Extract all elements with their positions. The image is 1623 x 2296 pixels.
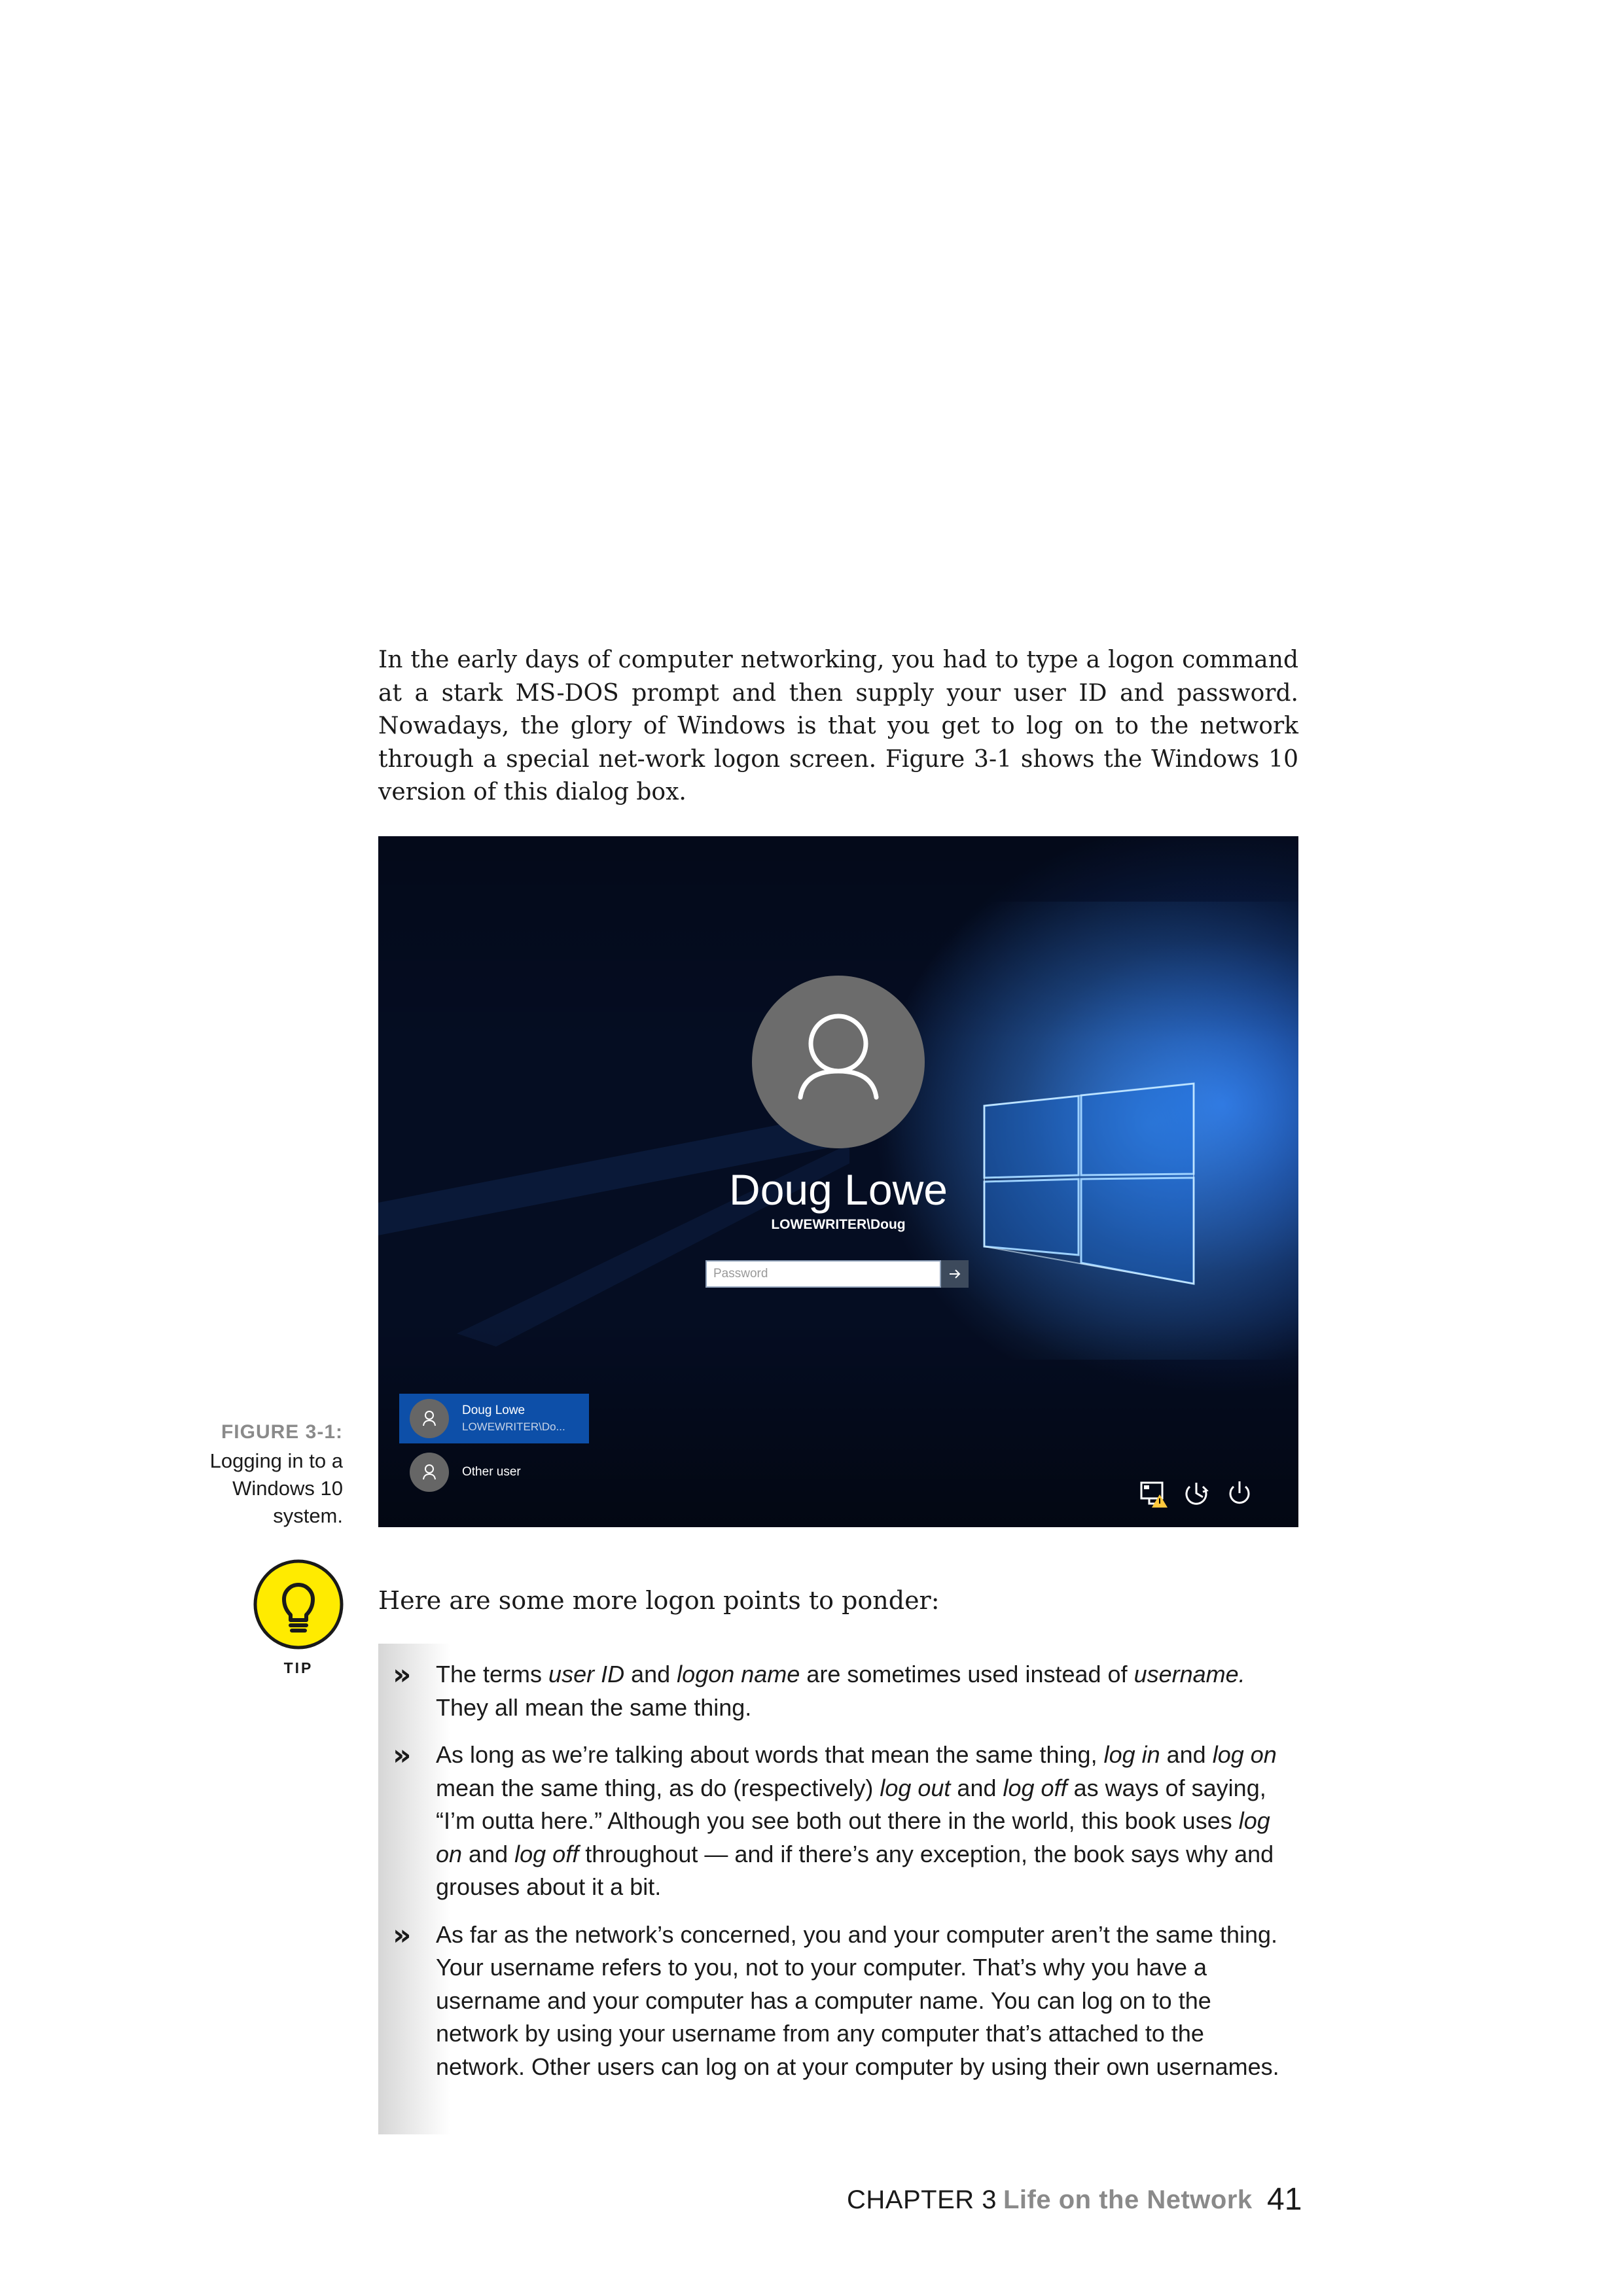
submit-button[interactable] [941, 1260, 969, 1288]
list-item: » As long as we’re talking about words t… [393, 1739, 1277, 1901]
arrow-right-icon [950, 1269, 961, 1279]
user-avatar [752, 976, 925, 1148]
user-icon [798, 1014, 879, 1100]
figure-windows-logon-screenshot: Doug Lowe LOWEWRITER\Doug Password Doug … [378, 836, 1298, 1527]
tile-user-domain: LOWEWRITER\Do... [462, 1421, 565, 1433]
tile-avatar [410, 1399, 449, 1438]
power-icon[interactable] [1224, 1477, 1255, 1509]
user-icon [423, 1464, 436, 1480]
user-tile-doug-lowe[interactable]: Doug Lowe LOWEWRITER\Do... [399, 1394, 589, 1443]
tile-user-name: Other user [462, 1465, 521, 1479]
lightbulb-icon [253, 1559, 344, 1650]
network-warning-icon[interactable] [1137, 1477, 1169, 1509]
tile-user-name: Doug Lowe [462, 1404, 526, 1417]
chevron-bullet-icon: » [393, 1739, 412, 1772]
figure-caption: Logging in to a Windows 10 system. [209, 1449, 343, 1527]
page-number: 41 [1267, 2182, 1302, 2217]
logon-user-name: Doug Lowe [729, 1165, 948, 1214]
footer-chapter-title: Life on the Network [1003, 2185, 1253, 2214]
chevron-bullet-icon: » [393, 1658, 412, 1691]
ease-of-access-icon[interactable] [1181, 1477, 1212, 1509]
tip-label: TIP [283, 1659, 313, 1676]
password-input[interactable]: Password [705, 1260, 941, 1288]
lead-sentence: Here are some more logon points to ponde… [378, 1586, 940, 1615]
logon-user-domain: LOWEWRITER\Doug [771, 1217, 906, 1232]
user-icon [423, 1411, 436, 1426]
intro-paragraph: In the early days of computer networking… [378, 646, 1298, 805]
footer-chapter-label: CHAPTER 3 [847, 2185, 997, 2214]
bullet-list: » The terms user ID and logon name are s… [393, 1658, 1283, 2083]
user-tile-other-user[interactable]: Other user [399, 1447, 589, 1497]
running-footer: CHAPTER 3 Life on the Network [847, 2185, 1253, 2215]
list-item: » As far as the network’s concerned, you… [393, 1918, 1279, 2080]
list-item: » The terms user ID and logon name are s… [393, 1658, 1245, 1721]
tile-avatar [410, 1453, 449, 1492]
chevron-bullet-icon: » [393, 1918, 412, 1952]
figure-label: FIGURE 3-1: [221, 1421, 343, 1443]
